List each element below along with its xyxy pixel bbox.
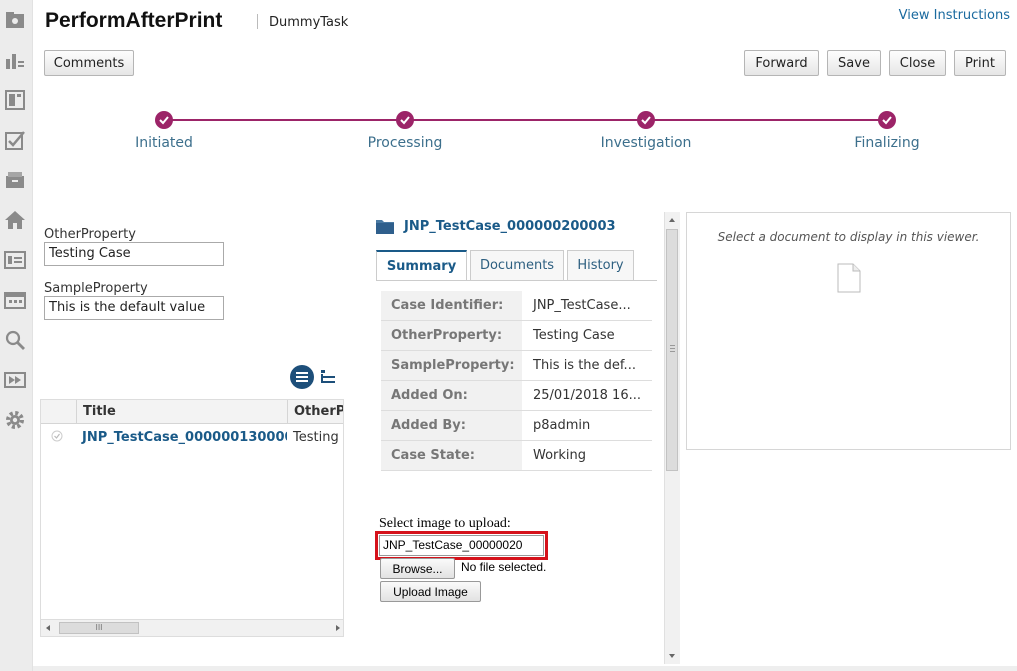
close-button[interactable]: Close [889,50,946,76]
grid-header: Title OtherP [41,400,343,424]
summary-row: Case State: Working [381,441,652,471]
summary-value: Testing Case [533,328,615,343]
upload-image-button[interactable]: Upload Image [380,581,481,602]
tab-history[interactable]: History [567,250,634,280]
grid-horizontal-scrollbar[interactable]: III [41,619,343,636]
summary-value: p8admin [533,418,591,433]
summary-row: Added By: p8admin [381,411,652,441]
settings-gear-icon[interactable] [3,408,27,432]
tab-summary[interactable]: Summary [376,250,467,281]
row-title-link[interactable]: JNP_TestCase_000000130000 [76,425,287,451]
sample-property-label: SampleProperty [44,281,148,296]
summary-key: OtherProperty: [381,321,522,350]
progress-line [163,119,887,121]
summary-value: Working [533,448,587,463]
document-viewer: Select a document to display in this vie… [686,212,1011,450]
other-property-label: OtherProperty [44,227,136,242]
tab-documents[interactable]: Documents [470,250,564,280]
left-nav-rail [0,0,33,671]
scroll-thumb[interactable]: III [59,622,139,634]
layout-panel-icon[interactable] [3,88,27,112]
reports-chart-icon[interactable] [3,48,27,72]
step-label-processing: Processing [367,135,443,151]
inbox-tray-icon[interactable] [3,168,27,192]
case-folder-icon [376,220,394,234]
viewer-message: Select a document to display in this vie… [717,230,980,244]
scroll-up-arrow-icon[interactable] [668,216,676,224]
step-label-finalizing: Finalizing [854,135,920,151]
summary-key: Added On: [381,381,522,410]
tasks-checkbox-icon[interactable] [3,128,27,152]
detail-view-toggle[interactable] [289,364,315,390]
summary-key: Case State: [381,441,522,470]
blank-document-icon [837,263,861,293]
step-investigation-check-icon [637,111,655,129]
column-other-property[interactable]: OtherP [287,400,343,424]
tree-view-icon [321,370,335,383]
comments-button[interactable]: Comments [44,50,134,76]
print-button[interactable]: Print [954,50,1006,76]
step-finalizing-check-icon [878,111,896,129]
row-select-check-icon[interactable] [45,425,69,451]
view-instructions-link[interactable]: View Instructions [899,8,1010,23]
form-list-icon[interactable] [3,248,27,272]
title-separator [257,14,258,29]
calendar-grid-icon[interactable] [3,288,27,312]
browse-button[interactable]: Browse... [380,558,455,579]
table-row[interactable]: JNP_TestCase_000000130000 Testing [41,425,343,451]
row-other-property: Testing [293,430,339,445]
summary-row: SampleProperty: This is the def... [381,351,652,381]
upload-label: Select image to upload: [379,516,511,531]
step-processing-check-icon [396,111,414,129]
no-file-status: No file selected. [461,560,547,574]
summary-row: Case Identifier: JNP_TestCase... [381,291,652,321]
step-label-initiated: Initiated [135,135,193,151]
scroll-down-arrow-icon[interactable] [668,652,676,660]
forward-button[interactable]: Forward [744,50,819,76]
task-name: DummyTask [269,15,349,30]
step-initiated-check-icon [155,111,173,129]
summary-key: Case Identifier: [381,291,522,320]
case-work-page: PerformAfterPrint DummyTask View Instruc… [0,0,1017,671]
search-icon[interactable] [3,328,27,352]
tree-view-toggle[interactable] [315,364,341,390]
other-property-input[interactable]: Testing Case [44,242,224,266]
vertical-scroll-thumb[interactable] [666,229,678,471]
save-button[interactable]: Save [827,50,881,76]
column-title[interactable]: Title [76,400,287,424]
summary-row: Added On: 25/01/2018 16... [381,381,652,411]
summary-row: OtherProperty: Testing Case [381,321,652,351]
case-grid: Title OtherP JNP_TestCase_000000130000 T… [40,399,344,637]
step-label-investigation: Investigation [600,135,692,151]
case-summary-table: Case Identifier: JNP_TestCase... OtherPr… [381,291,652,471]
summary-key: SampleProperty: [381,351,522,380]
tabs-underline [376,280,657,281]
bottom-edge [33,666,1017,671]
home-icon[interactable] [3,208,27,232]
step-forward-icon[interactable] [3,368,27,392]
upload-filename-input[interactable]: JNP_TestCase_00000020 [379,535,544,556]
case-title-link[interactable]: JNP_TestCase_000000200003 [404,219,616,234]
page-title: PerformAfterPrint [45,9,223,32]
summary-value: This is the def... [533,358,636,373]
sample-property-input[interactable]: This is the default value [44,296,224,320]
summary-value: 25/01/2018 16... [533,388,641,403]
summary-value: JNP_TestCase... [533,298,631,313]
scroll-right-arrow-icon[interactable] [334,624,342,632]
summary-key: Added By: [381,411,522,440]
list-view-icon [290,365,314,389]
cases-folder-icon[interactable] [3,8,27,32]
scroll-left-arrow-icon[interactable] [44,624,52,632]
